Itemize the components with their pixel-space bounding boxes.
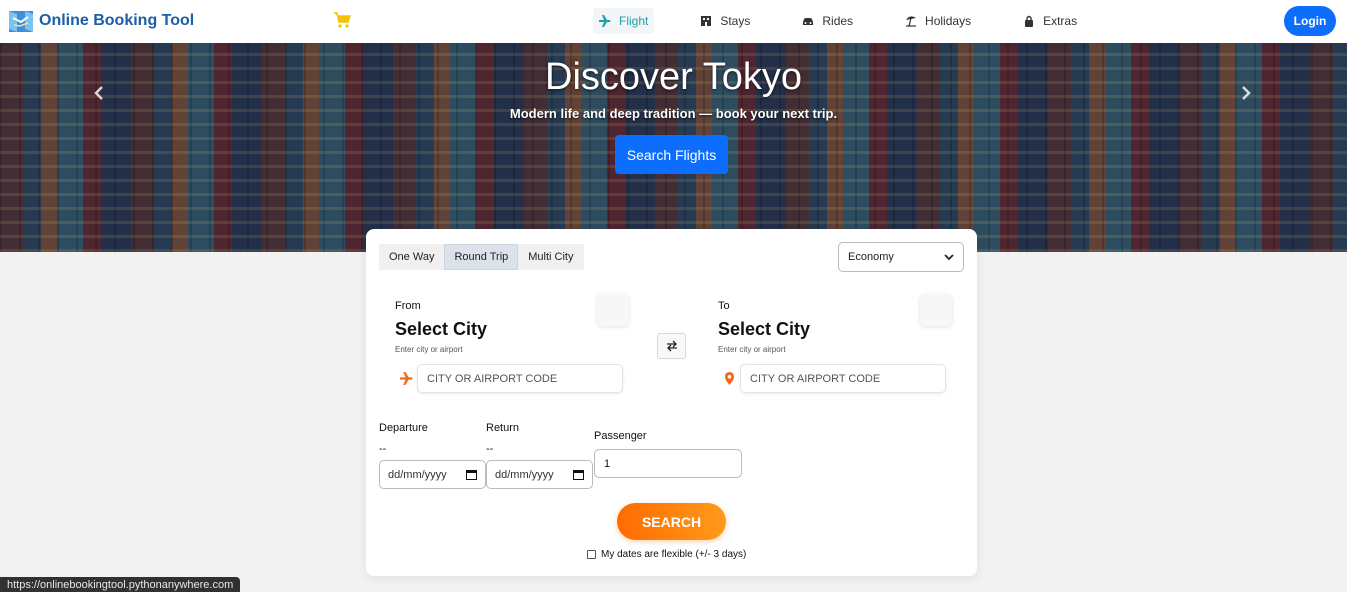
to-city-badge [920,294,952,326]
passenger-input[interactable]: 1 [594,449,742,478]
swap-arrows-icon [666,340,677,352]
status-bar-url: https://onlinebookingtool.pythonanywhere… [0,577,241,592]
flight-search-card: One Way Round Trip Multi City Economy Fr… [366,229,977,576]
main-nav: Flight Stays Rides Holidays Extras [593,8,1123,34]
hero-banner: Discover Tokyo Modern life and deep trad… [0,43,1347,252]
calendar-icon [573,470,584,480]
hero-subtitle: Modern life and deep tradition — book yo… [509,106,838,121]
passenger-label: Passenger [594,430,647,442]
tab-multi-city[interactable]: Multi City [518,244,584,270]
departure-date-input[interactable]: dd/mm/yyyy [379,460,486,489]
car-icon [803,18,814,25]
tab-round-trip[interactable]: Round Trip [444,244,519,270]
nav-extras[interactable]: Extras [1017,8,1083,34]
search-button[interactable]: SEARCH [617,503,726,540]
nav-holidays-label: Holidays [925,14,972,28]
brand-logo[interactable]: Online Booking Tool [8,8,194,34]
cabin-class-select[interactable]: Economy [838,242,964,272]
to-city-input[interactable]: CITY OR AIRPORT CODE [740,364,946,393]
search-flights-button[interactable]: Search Flights [615,135,728,174]
trip-type-tabs: One Way Round Trip Multi City [379,244,584,270]
plane-icon [599,15,611,27]
to-input-row: CITY OR AIRPORT CODE [718,364,946,393]
return-label: Return [486,422,520,434]
map-pin-icon [718,365,740,393]
cabin-class-value: Economy [848,251,894,263]
departure-block: Departure -- dd/mm/yyyy [379,422,486,489]
from-city-input[interactable]: CITY OR AIRPORT CODE [417,364,623,393]
return-placeholder: dd/mm/yyyy [495,468,554,481]
nav-rides[interactable]: Rides [796,8,859,34]
plane-departure-icon [395,365,417,393]
departure-label: Departure [379,422,428,434]
calendar-icon [466,470,477,480]
flexible-dates-checkbox[interactable] [587,550,596,559]
from-city-block: From Select City Enter city or airport C… [395,294,635,393]
passenger-block: Passenger 1 [594,430,742,478]
nav-stays[interactable]: Stays [694,8,756,34]
to-hint: Enter city or airport [718,345,786,354]
chevron-down-icon [944,254,954,261]
tab-one-way[interactable]: One Way [379,244,445,270]
flexible-dates-label: My dates are flexible (+/- 3 days) [601,549,747,560]
nav-stays-label: Stays [720,14,751,28]
nav-flight[interactable]: Flight [593,8,655,34]
building-icon [701,16,712,26]
nav-extras-label: Extras [1043,14,1078,28]
hero-title: Discover Tokyo [545,56,802,98]
map-logo-icon [9,11,33,32]
nav-rides-label: Rides [822,14,854,28]
departure-placeholder: dd/mm/yyyy [388,468,447,481]
return-block: Return -- dd/mm/yyyy [486,422,593,489]
top-navbar: Online Booking Tool Flight Stays Rides H… [0,0,1347,43]
to-city-block: To Select City Enter city or airport CIT… [718,294,958,393]
brand-name: Online Booking Tool [39,12,195,29]
login-button[interactable]: Login [1284,6,1336,36]
lock-icon [1025,15,1034,27]
from-hint: Enter city or airport [395,345,463,354]
return-display: -- [486,443,494,455]
departure-display: -- [379,443,387,455]
cart-icon[interactable] [333,11,351,29]
swap-cities-button[interactable] [657,333,686,359]
nav-flight-label: Flight [619,14,649,28]
return-date-input[interactable]: dd/mm/yyyy [486,460,593,489]
from-city-badge [597,294,629,326]
flexible-dates-row: My dates are flexible (+/- 3 days) [587,549,746,560]
from-input-row: CITY OR AIRPORT CODE [395,364,623,393]
nav-holidays[interactable]: Holidays [899,8,977,34]
umbrella-beach-icon [906,16,917,27]
